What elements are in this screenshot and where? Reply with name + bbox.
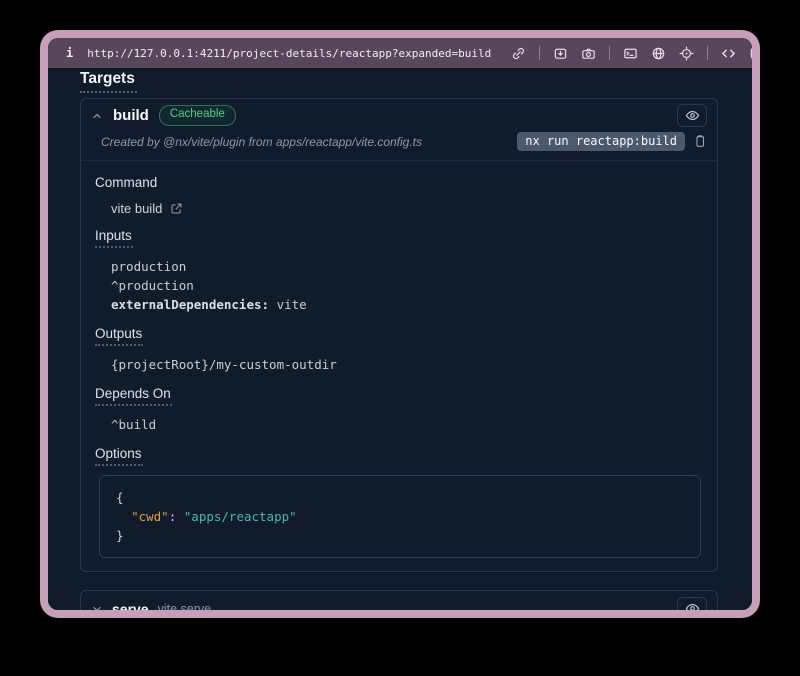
- page-viewport: Targets build Cacheable: [48, 68, 752, 610]
- depends-on-label[interactable]: Depends On: [95, 386, 172, 406]
- info-icon: i: [66, 46, 73, 60]
- inputs-label[interactable]: Inputs: [95, 228, 133, 248]
- target-card-serve: serve vite serve: [80, 590, 718, 610]
- input-item: ^production: [111, 276, 703, 295]
- command-value-line: vite build: [111, 201, 703, 216]
- input-value: vite: [277, 297, 307, 312]
- eye-icon: [685, 108, 700, 123]
- options-section: Options { "cwd": "apps/reactapp" }: [95, 445, 703, 558]
- command-value: vite build: [111, 201, 162, 216]
- copy-command-button[interactable]: [693, 134, 707, 149]
- link-icon[interactable]: [511, 46, 526, 61]
- outputs-section: Outputs {projectRoot}/my-custom-outdir: [95, 325, 703, 374]
- inspect-target-icon[interactable]: [679, 46, 694, 61]
- eye-icon: [685, 601, 700, 610]
- globe-icon[interactable]: [651, 46, 666, 61]
- view-in-graph-button[interactable]: [677, 104, 707, 127]
- serve-card-header[interactable]: serve vite serve: [81, 591, 717, 610]
- depends-on-list: ^build: [111, 415, 703, 434]
- build-card-header[interactable]: build Cacheable: [81, 99, 717, 131]
- outputs-list: {projectRoot}/my-custom-outdir: [111, 355, 703, 374]
- copy-icon: [693, 134, 707, 149]
- code-icon[interactable]: [721, 46, 736, 61]
- titlebar-divider: [539, 46, 540, 60]
- code-line-close: }: [116, 526, 684, 545]
- code-indent: [116, 509, 131, 524]
- titlebar-divider: [707, 46, 708, 60]
- created-by-text: Created by @nx/vite/plugin from apps/rea…: [101, 135, 422, 149]
- depends-on-section: Depends On ^build: [95, 385, 703, 434]
- browser-titlebar: i http://127.0.0.1:4211/project-details/…: [48, 38, 752, 68]
- depends-on-item: ^build: [111, 415, 703, 434]
- target-name-build: build: [113, 107, 149, 124]
- target-card-build: build Cacheable Created by @nx/vite/plug…: [80, 98, 718, 572]
- code-separator: :: [169, 509, 184, 524]
- run-command-chip[interactable]: nx run reactapp:build: [517, 132, 685, 151]
- targets-heading: Targets: [80, 70, 137, 93]
- camera-icon[interactable]: [581, 46, 596, 61]
- code-line-open: {: [116, 488, 684, 507]
- output-item: {projectRoot}/my-custom-outdir: [111, 355, 703, 374]
- preview-window: i http://127.0.0.1:4211/project-details/…: [40, 30, 760, 618]
- save-box-icon[interactable]: [553, 46, 568, 61]
- input-item-external-deps: externalDependencies: vite: [111, 295, 703, 314]
- address-url[interactable]: http://127.0.0.1:4211/project-details/re…: [87, 47, 491, 60]
- devtools-icon[interactable]: [623, 46, 638, 61]
- build-card-body: Command vite build: [81, 161, 717, 572]
- cacheable-badge: Cacheable: [159, 105, 236, 126]
- open-config-link[interactable]: [170, 202, 183, 215]
- target-name-serve: serve: [112, 601, 149, 611]
- command-section: Command vite build: [95, 174, 703, 216]
- preview-window-inner: i http://127.0.0.1:4211/project-details/…: [48, 38, 752, 610]
- chevron-down-icon[interactable]: [91, 603, 103, 611]
- options-code-block: { "cwd": "apps/reactapp" }: [99, 475, 701, 558]
- options-label[interactable]: Options: [95, 446, 143, 466]
- external-link-icon: [170, 202, 183, 215]
- view-in-graph-button-serve[interactable]: [677, 597, 707, 610]
- titlebar-divider: [609, 46, 610, 60]
- inputs-list: production ^production externalDependenc…: [111, 257, 703, 314]
- created-by-row: Created by @nx/vite/plugin from apps/rea…: [81, 131, 717, 161]
- input-item: production: [111, 257, 703, 276]
- split-panel-icon[interactable]: [749, 46, 752, 61]
- serve-subtitle: vite serve: [158, 602, 212, 611]
- chevron-up-icon[interactable]: [91, 110, 103, 122]
- code-key-cwd: "cwd": [131, 509, 169, 524]
- command-label: Command: [95, 175, 157, 190]
- code-value-cwd: "apps/reactapp": [184, 509, 297, 524]
- desktop-background: i http://127.0.0.1:4211/project-details/…: [0, 0, 800, 676]
- outputs-label[interactable]: Outputs: [95, 326, 143, 346]
- titlebar-actions: [511, 46, 752, 61]
- code-line-cwd: "cwd": "apps/reactapp": [116, 507, 684, 526]
- inputs-section: Inputs production ^production externalDe…: [95, 227, 703, 314]
- input-key: externalDependencies:: [111, 297, 269, 312]
